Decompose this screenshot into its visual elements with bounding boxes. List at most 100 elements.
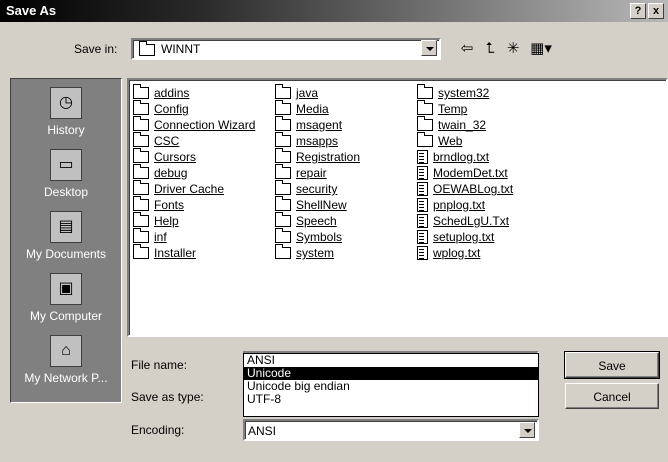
encoding-combo[interactable]: ANSI xyxy=(243,419,539,441)
item-label: ModemDet.txt xyxy=(433,165,508,180)
place-history[interactable]: ◷ History xyxy=(11,87,121,137)
folder-item[interactable]: Connection Wizard xyxy=(133,115,273,132)
folder-item[interactable]: Driver Cache xyxy=(133,179,273,196)
close-button[interactable]: x xyxy=(648,3,664,19)
folder-item[interactable]: addins xyxy=(133,83,273,100)
place-label: Desktop xyxy=(43,185,89,199)
folder-icon xyxy=(275,83,291,99)
item-label: Fonts xyxy=(154,197,185,212)
place-desktop[interactable]: ▭ Desktop xyxy=(11,149,121,199)
place-my-computer[interactable]: ▣ My Computer xyxy=(11,273,121,323)
folder-item[interactable]: Media xyxy=(275,99,415,116)
folder-icon xyxy=(417,83,433,99)
folder-icon xyxy=(417,115,433,131)
chevron-down-icon[interactable] xyxy=(519,422,535,438)
encoding-dropdown-list[interactable]: ANSI Unicode Unicode big endian UTF-8 xyxy=(243,353,539,417)
file-column: addins Config Connection Wizard CSC Cursors d… xyxy=(133,83,273,260)
folder-icon xyxy=(275,163,291,179)
folder-item[interactable]: msapps xyxy=(275,131,415,148)
help-button[interactable]: ? xyxy=(630,3,646,19)
folder-item[interactable]: Registration xyxy=(275,147,415,164)
folder-item[interactable]: ShellNew xyxy=(275,195,415,212)
folder-item[interactable]: Help xyxy=(133,211,273,228)
folder-item[interactable]: msagent xyxy=(275,115,415,132)
file-item[interactable]: ModemDet.txt xyxy=(417,164,557,180)
item-label: twain_32 xyxy=(438,117,487,132)
folder-icon xyxy=(133,227,149,243)
item-label: Installer xyxy=(154,245,197,260)
folder-item[interactable]: Speech xyxy=(275,211,415,228)
folder-icon xyxy=(133,147,149,163)
folder-icon xyxy=(139,41,155,56)
save-in-label: Save in: xyxy=(74,42,118,56)
file-item[interactable]: pnplog.txt xyxy=(417,196,557,212)
folder-item[interactable]: java xyxy=(275,83,415,100)
file-item[interactable]: OEWABLog.txt xyxy=(417,180,557,196)
item-label: Speech xyxy=(296,213,337,228)
folder-icon xyxy=(275,115,291,131)
places-bar: ◷ History ▭ Desktop ▤ My Documents ▣ My … xyxy=(10,78,122,403)
item-label: SchedLgU.Txt xyxy=(433,213,510,228)
folder-item[interactable]: debug xyxy=(133,163,273,180)
chevron-down-icon[interactable] xyxy=(421,40,437,56)
file-item[interactable]: SchedLgU.Txt xyxy=(417,212,557,228)
folder-icon xyxy=(275,179,291,195)
item-label: Config xyxy=(154,101,189,116)
file-item[interactable]: wplog.txt xyxy=(417,244,557,260)
up-folder-icon[interactable]: ⮤ xyxy=(479,38,501,60)
folder-item[interactable]: twain_32 xyxy=(417,115,557,132)
folder-item[interactable]: Fonts xyxy=(133,195,273,212)
folder-item[interactable]: Config xyxy=(133,99,273,116)
place-label: History xyxy=(47,123,85,137)
cancel-button[interactable]: Cancel xyxy=(565,383,659,409)
encoding-label: Encoding: xyxy=(131,423,185,437)
file-name-label: File name: xyxy=(131,358,188,372)
file-list[interactable]: addins Config Connection Wizard CSC Cursors d… xyxy=(127,78,668,337)
text-file-icon xyxy=(417,149,428,164)
folder-item[interactable]: Temp xyxy=(417,99,557,116)
encoding-option[interactable]: UTF-8 xyxy=(244,393,538,406)
save-in-combo[interactable]: WINNT xyxy=(131,38,441,60)
encoding-value: ANSI xyxy=(248,424,277,438)
folder-item[interactable]: Cursors xyxy=(133,147,273,164)
item-label: system32 xyxy=(438,85,490,100)
place-my-network[interactable]: ⌂ My Network P... xyxy=(11,335,121,385)
folder-item[interactable]: system xyxy=(275,243,415,260)
folder-item[interactable]: Symbols xyxy=(275,227,415,244)
folder-item[interactable]: system32 xyxy=(417,83,557,100)
text-file-icon xyxy=(417,181,428,196)
text-file-icon xyxy=(417,197,428,212)
folder-icon xyxy=(133,131,149,147)
title-bar: Save As ? x xyxy=(0,0,668,22)
new-folder-icon[interactable]: ✳ xyxy=(502,38,524,60)
folder-icon xyxy=(133,211,149,227)
encoding-option[interactable]: Unicode big endian xyxy=(244,380,538,393)
item-label: OEWABLog.txt xyxy=(433,181,514,196)
save-button[interactable]: Save xyxy=(564,351,660,379)
folder-icon xyxy=(275,147,291,163)
item-label: Connection Wizard xyxy=(154,117,256,132)
folder-item[interactable]: repair xyxy=(275,163,415,180)
folder-icon xyxy=(275,211,291,227)
item-label: setuplog.txt xyxy=(433,229,495,244)
folder-item[interactable]: security xyxy=(275,179,415,196)
back-icon[interactable]: ⇦ xyxy=(456,38,478,60)
file-item[interactable]: setuplog.txt xyxy=(417,228,557,244)
item-label: debug xyxy=(154,165,188,180)
folder-item[interactable]: Installer xyxy=(133,243,273,260)
folder-item[interactable]: inf xyxy=(133,227,273,244)
folder-item[interactable]: Web xyxy=(417,131,557,148)
view-menu-icon[interactable]: ▦▾ xyxy=(526,38,556,60)
text-file-icon xyxy=(417,213,428,228)
history-icon: ◷ xyxy=(50,87,82,119)
folder-icon xyxy=(275,131,291,147)
text-file-icon xyxy=(417,229,428,244)
item-label: Help xyxy=(154,213,179,228)
file-item[interactable]: brndlog.txt xyxy=(417,148,557,164)
folder-icon xyxy=(275,99,291,115)
my-computer-icon: ▣ xyxy=(50,273,82,305)
folder-item[interactable]: CSC xyxy=(133,131,273,148)
folder-icon xyxy=(133,163,149,179)
place-my-documents[interactable]: ▤ My Documents xyxy=(11,211,121,261)
folder-icon xyxy=(275,227,291,243)
